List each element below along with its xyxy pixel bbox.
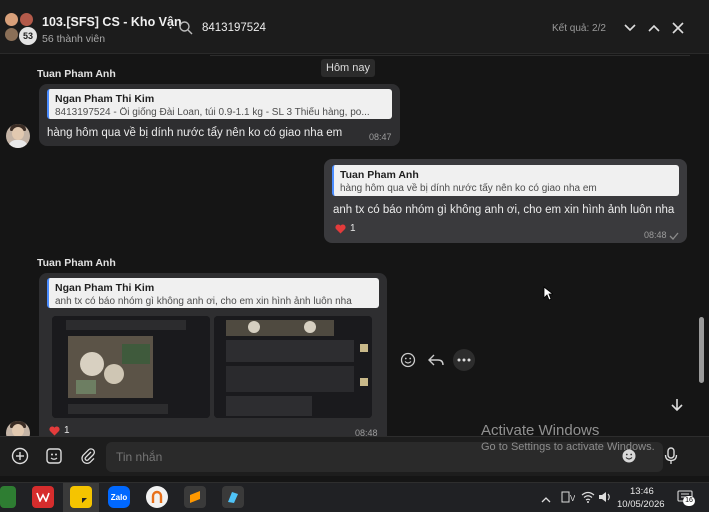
- mouse-cursor-icon: [543, 286, 555, 304]
- wifi-icon[interactable]: [581, 491, 595, 506]
- reaction[interactable]: 1: [335, 223, 356, 234]
- read-check-icon: [669, 229, 679, 243]
- quote-text: anh tx có báo nhóm gì không anh ơi, cho …: [55, 296, 352, 307]
- heart-icon: [335, 223, 346, 234]
- app-icon[interactable]: [222, 486, 244, 508]
- message-bubble[interactable]: Ngan Pham Thi Kim 8413197524 - Ổi giống …: [39, 84, 400, 146]
- sticker-icon[interactable]: [40, 442, 68, 470]
- image-attachment[interactable]: [52, 316, 210, 418]
- date-separator: Hôm nay: [321, 59, 376, 77]
- plus-circle-icon[interactable]: [6, 442, 34, 470]
- scrollbar[interactable]: [699, 317, 704, 383]
- heart-icon: [49, 425, 60, 436]
- reply-icon[interactable]: [425, 349, 447, 371]
- message-bubble[interactable]: Ngan Pham Thi Kim anh tx có báo nhóm gì …: [39, 273, 387, 436]
- attachment-icon[interactable]: [74, 442, 102, 470]
- app-icon-partial[interactable]: [0, 486, 16, 508]
- quote-sender: Ngan Pham Thi Kim: [55, 93, 155, 105]
- avatar-count-badge: 53: [19, 27, 37, 45]
- quoted-message[interactable]: Ngan Pham Thi Kim anh tx có báo nhóm gì …: [47, 278, 379, 308]
- notification-icon[interactable]: 16: [677, 490, 695, 506]
- group-title[interactable]: 103.[SFS] CS - Kho Vận: [42, 15, 182, 29]
- message-time: 08:48: [644, 230, 667, 240]
- message-text: anh tx có báo nhóm gì không anh ơi, cho …: [333, 204, 675, 216]
- quote-text: 8413197524 - Ổi giống Đài Loan, túi 0.9-…: [55, 107, 370, 118]
- more-options-icon[interactable]: [453, 349, 475, 371]
- chevron-down-icon[interactable]: [620, 18, 640, 38]
- notification-count-badge: 16: [683, 496, 695, 506]
- message-list[interactable]: Hôm nay Tuan Pham Anh Ngan Pham Thi Kim …: [0, 55, 709, 436]
- activation-watermark-subtitle: Go to Settings to activate Windows.: [481, 441, 655, 453]
- divider: [210, 55, 690, 56]
- volume-icon[interactable]: [598, 491, 612, 506]
- reaction-count: 1: [350, 223, 356, 234]
- svg-text:V: V: [570, 494, 575, 503]
- quote-sender: Ngan Pham Thi Kim: [55, 282, 155, 294]
- sender-name[interactable]: Tuan Pham Anh: [37, 257, 116, 269]
- quote-sender: Tuan Pham Anh: [340, 169, 419, 181]
- avatar[interactable]: [6, 421, 30, 436]
- message-time: 08:47: [369, 132, 392, 142]
- activation-watermark-title: Activate Windows: [481, 422, 600, 439]
- sublime-text-icon[interactable]: [184, 486, 206, 508]
- message-text: hàng hôm qua về bị dính nước tẩy nên ko …: [47, 127, 343, 139]
- microphone-icon[interactable]: [657, 442, 685, 470]
- message-time: 08:48: [355, 428, 378, 436]
- ultraviewer-icon[interactable]: [146, 486, 168, 508]
- search-result-count: Kết quả: 2/2: [552, 23, 606, 34]
- reaction-count: 1: [64, 425, 70, 436]
- search-icon: [178, 20, 194, 36]
- clock-date[interactable]: 10/05/2026: [617, 499, 665, 510]
- zalo-icon[interactable]: Zalo: [108, 486, 130, 508]
- sender-name[interactable]: Tuan Pham Anh: [37, 68, 116, 80]
- input-method-icon[interactable]: V: [561, 491, 576, 506]
- emoji-react-button[interactable]: [397, 349, 419, 371]
- sticky-notes-icon[interactable]: [70, 486, 92, 508]
- reaction[interactable]: 1: [49, 425, 70, 436]
- message-search-bar: 8413197524 Kết quả: 2/2: [170, 10, 700, 46]
- quoted-message[interactable]: Ngan Pham Thi Kim 8413197524 - Ổi giống …: [47, 89, 392, 119]
- clock-time[interactable]: 13:46: [630, 486, 654, 497]
- own-message-bubble[interactable]: Tuan Pham Anh hàng hôm qua về bị dính nư…: [324, 159, 687, 243]
- wps-office-icon[interactable]: [32, 486, 54, 508]
- scroll-to-bottom-icon[interactable]: [666, 394, 688, 416]
- chat-header: 53 103.[SFS] CS - Kho Vận 56 thành viên …: [0, 0, 709, 54]
- quoted-message[interactable]: Tuan Pham Anh hàng hôm qua về bị dính nư…: [332, 165, 679, 196]
- close-icon[interactable]: [668, 18, 688, 38]
- search-input[interactable]: 8413197524: [202, 22, 266, 34]
- chevron-up-icon[interactable]: [541, 492, 551, 506]
- quote-text: hàng hôm qua về bị dính nước tẩy nên ko …: [340, 183, 597, 194]
- member-count[interactable]: 56 thành viên: [42, 33, 105, 45]
- group-avatar[interactable]: 53: [4, 12, 38, 46]
- avatar[interactable]: [6, 124, 30, 148]
- chevron-up-icon[interactable]: [644, 18, 664, 38]
- image-attachment[interactable]: [214, 316, 372, 418]
- windows-taskbar: Zalo V 13:46 10/05/2026 16: [0, 482, 709, 512]
